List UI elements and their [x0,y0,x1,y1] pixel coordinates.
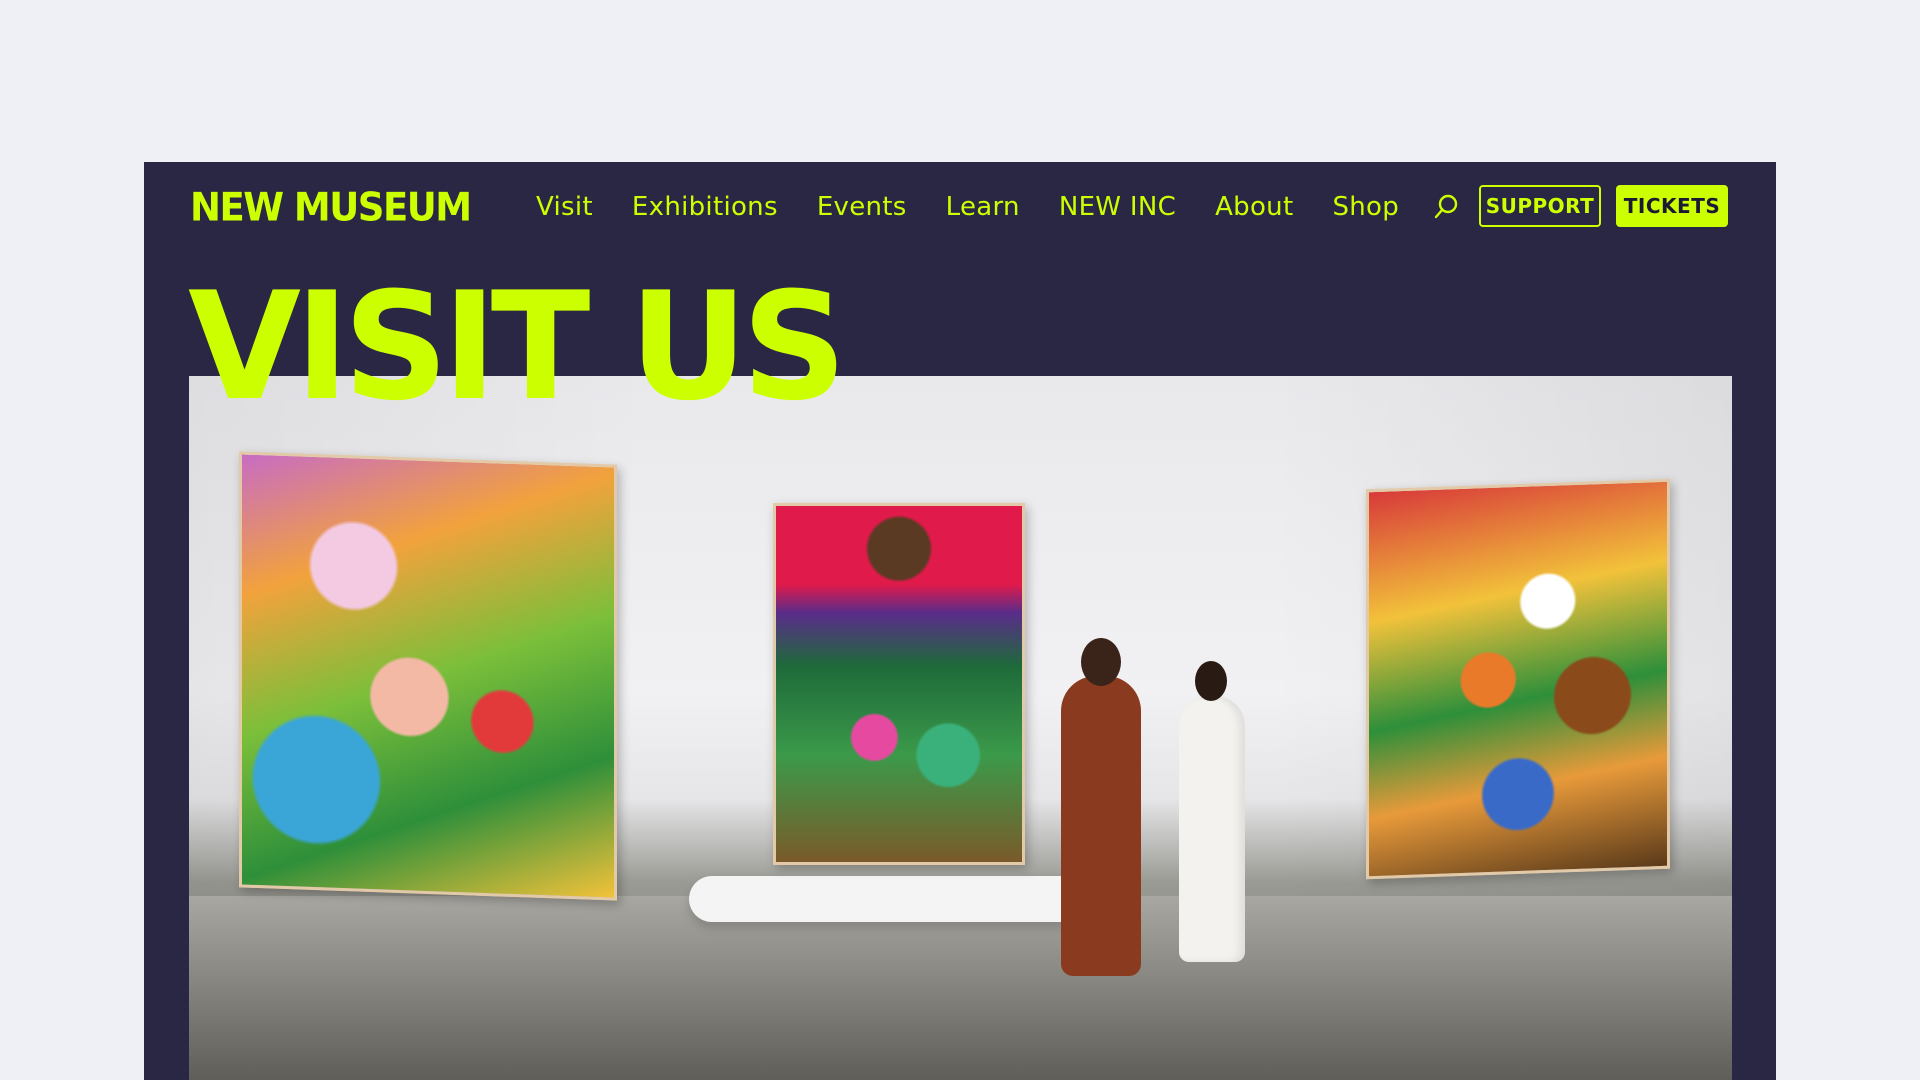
nav-events[interactable]: Events [817,192,907,222]
visitor-head-1 [1081,638,1121,686]
website-frame: NEW MUSEUM Visit Exhibitions Events Lear… [144,162,1776,1080]
visitor-head-2 [1195,661,1227,701]
painting-center [773,503,1025,865]
museum-logo[interactable]: NEW MUSEUM [190,185,472,230]
support-button[interactable]: SUPPORT [1479,185,1601,227]
top-navigation: NEW MUSEUM Visit Exhibitions Events Lear… [144,162,1776,252]
page-title: VISIT US [188,260,847,434]
painting-right [1366,478,1670,880]
nav-about[interactable]: About [1215,192,1293,222]
nav-learn[interactable]: Learn [946,192,1020,222]
nav-exhibitions[interactable]: Exhibitions [632,192,778,222]
tickets-button[interactable]: TICKETS [1616,185,1728,227]
search-icon[interactable] [1432,192,1462,222]
gallery-photo [189,376,1732,1080]
nav-visit[interactable]: Visit [536,192,593,222]
gallery-floor [189,896,1732,1080]
visitor-figure-2 [1179,696,1245,962]
visitor-figure-1 [1061,676,1141,976]
painting-left [239,451,617,901]
main-nav: Visit Exhibitions Events Learn NEW INC A… [536,192,1438,222]
nav-shop[interactable]: Shop [1332,192,1399,222]
nav-new-inc[interactable]: NEW INC [1059,192,1176,222]
